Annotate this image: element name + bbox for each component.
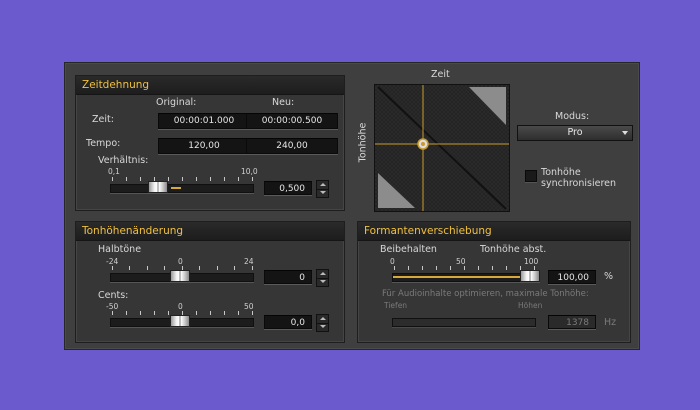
formant-scale-max: 100 xyxy=(524,257,539,266)
tempo-pitch-dialog: Zeitdehnung Original: Neu: Zeit: 00:00:0… xyxy=(64,62,640,350)
cents-mid-label: 0 xyxy=(178,302,183,311)
formant-panel: Formantenverschiebung Beibehalten Tonhöh… xyxy=(357,221,631,343)
sync-label-line2: synchronisieren xyxy=(541,178,617,189)
cents-label: Cents: xyxy=(98,290,129,301)
zeit-original-field[interactable]: 00:00:01.000 xyxy=(158,113,250,129)
tonhoehe-title: Tonhöhenänderung xyxy=(76,222,344,241)
formant-value-field[interactable]: 100,00 xyxy=(548,270,596,284)
halbtoene-mid-label: 0 xyxy=(178,257,183,266)
audio-freq-slider-track[interactable] xyxy=(392,318,536,327)
spin-down-icon[interactable] xyxy=(317,189,328,197)
tonhoehe-abst-label: Tonhöhe abst. xyxy=(480,244,547,255)
modus-label: Modus: xyxy=(555,111,590,122)
audio-optimize-label: Für Audioinhalte optimieren, maximale To… xyxy=(382,289,589,299)
halbtoene-min-label: -24 xyxy=(106,257,119,266)
hz-value-field[interactable]: 1378 xyxy=(548,315,596,329)
formant-slider-thumb[interactable] xyxy=(520,270,540,282)
tempo-label: Tempo: xyxy=(86,138,121,149)
halbtoene-max-label: 24 xyxy=(244,257,254,266)
cents-max-label: 50 xyxy=(244,302,254,311)
verhaeltnis-slider-track[interactable] xyxy=(110,184,254,193)
chevron-down-icon xyxy=(622,131,628,135)
cents-spinner[interactable] xyxy=(316,314,329,332)
verhaeltnis-label: Verhältnis: xyxy=(98,155,149,166)
tempo-neu-field[interactable]: 240,00 xyxy=(246,138,338,154)
sync-checkbox[interactable] xyxy=(525,170,537,182)
formant-scale-min: 0 xyxy=(390,257,395,266)
cents-value-field[interactable]: 0,0 xyxy=(264,315,312,329)
formant-title: Formantenverschiebung xyxy=(358,222,630,241)
verhaeltnis-value-field[interactable]: 0,500 xyxy=(264,181,312,195)
verhaeltnis-slider-thumb[interactable] xyxy=(148,181,168,193)
hz-unit-label: Hz xyxy=(604,317,617,328)
cents-slider-thumb[interactable] xyxy=(170,315,190,327)
modus-dropdown[interactable]: Pro xyxy=(517,125,633,141)
verhaeltnis-max-label: 10,0 xyxy=(241,167,258,176)
cents-min-label: -50 xyxy=(106,302,119,311)
zeitdehnung-title: Zeitdehnung xyxy=(76,76,344,95)
pad-corner-bottom-left xyxy=(378,173,415,208)
tiefen-label: Tiefen xyxy=(384,301,408,310)
column-neu-label: Neu: xyxy=(272,97,295,108)
spin-down-icon[interactable] xyxy=(317,278,328,286)
formant-ticks xyxy=(394,266,535,270)
tempo-original-field[interactable]: 120,00 xyxy=(158,138,250,154)
column-original-label: Original: xyxy=(156,97,197,108)
tonhoehe-panel: Tonhöhenänderung Halbtöne -24 0 24 0 Cen… xyxy=(75,221,345,343)
pad-graphic xyxy=(375,85,509,211)
halbtoene-spinner[interactable] xyxy=(316,269,329,287)
hoehen-label: Höhen xyxy=(518,301,543,310)
beibehalten-label: Beibehalten xyxy=(380,244,437,255)
verhaeltnis-min-label: 0,1 xyxy=(108,167,120,176)
sync-label-line1: Tonhöhe xyxy=(541,167,581,178)
formant-scale-mid: 50 xyxy=(456,257,466,266)
verhaeltnis-ticks xyxy=(112,177,253,181)
spin-down-icon[interactable] xyxy=(317,323,328,331)
halbtoene-value-field[interactable]: 0 xyxy=(264,270,312,284)
verhaeltnis-spinner[interactable] xyxy=(316,180,329,198)
zeitdehnung-panel: Zeitdehnung Original: Neu: Zeit: 00:00:0… xyxy=(75,75,345,211)
modus-value: Pro xyxy=(567,127,583,138)
pad-y-label: Tonhöhe xyxy=(357,122,369,163)
formant-unit-label: % xyxy=(604,271,614,282)
pad-x-label: Zeit xyxy=(431,69,450,80)
zeit-label: Zeit: xyxy=(92,114,114,125)
zeit-neu-field[interactable]: 00:00:00.500 xyxy=(246,113,338,129)
formant-slider-track[interactable] xyxy=(392,273,540,282)
halbtoene-slider-thumb[interactable] xyxy=(170,270,190,282)
halbtoene-label: Halbtöne xyxy=(98,244,142,255)
pitch-time-pad[interactable] xyxy=(374,84,510,212)
